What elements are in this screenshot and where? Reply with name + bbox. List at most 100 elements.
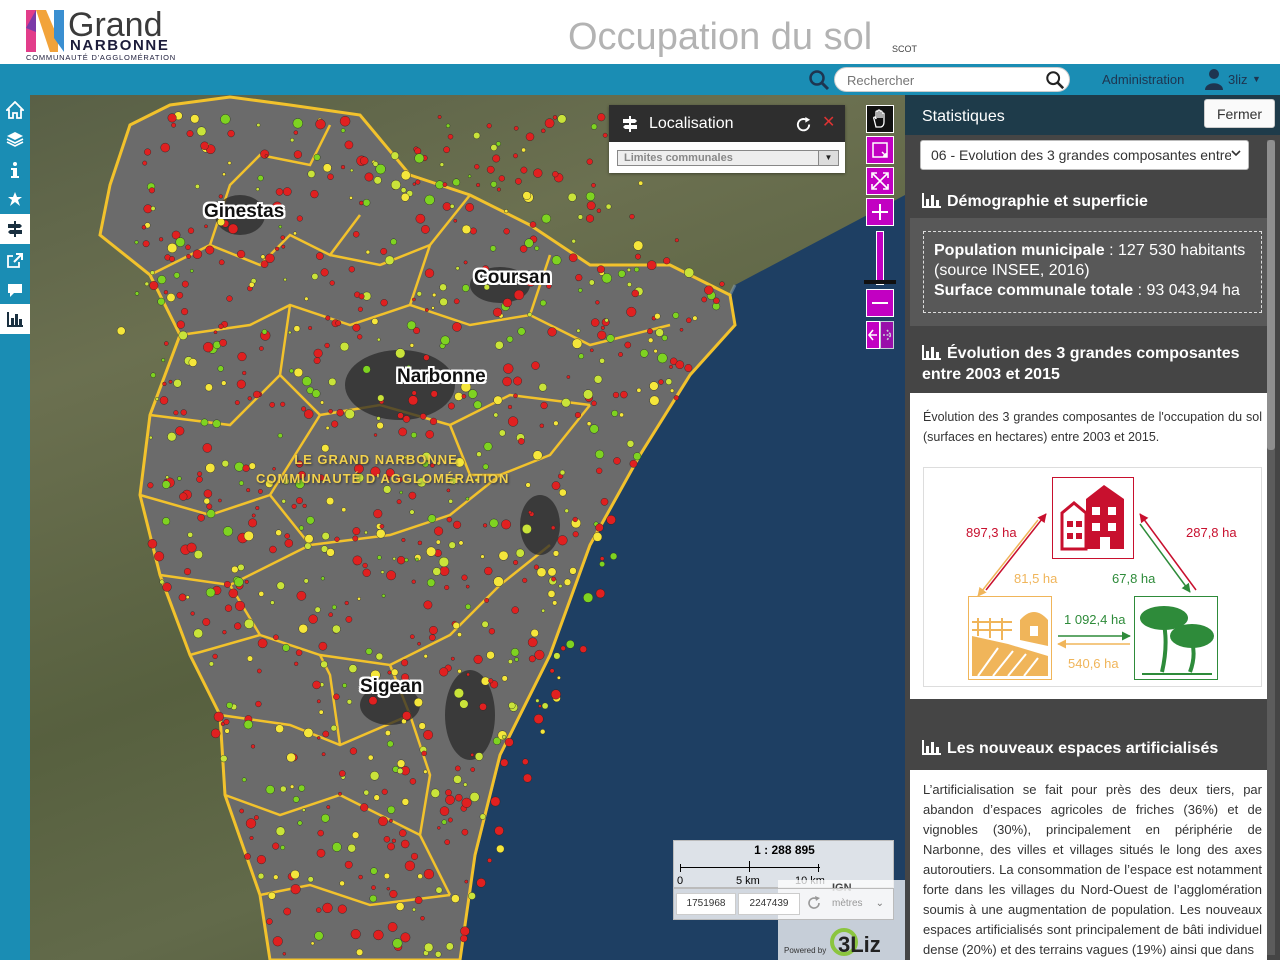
map-point [586, 421, 592, 427]
town-label-coursan: Coursan [474, 267, 552, 288]
map-point [212, 653, 218, 660]
map-point [293, 130, 298, 135]
map-point [399, 829, 407, 837]
map-point [613, 457, 621, 465]
map-point [574, 412, 581, 419]
map-point [376, 555, 382, 560]
map-point [373, 929, 384, 941]
panel-scrollbar-thumb[interactable] [1267, 140, 1275, 450]
map-point [428, 634, 436, 641]
pan-button[interactable] [866, 105, 894, 133]
coord-x-field[interactable]: 1751968 [676, 893, 736, 915]
map-point [253, 390, 261, 399]
map-point [397, 759, 406, 768]
map-point [312, 389, 321, 398]
map-point [213, 711, 224, 722]
localisation-select[interactable]: Limites communales ▼ [617, 150, 839, 166]
map-point [176, 320, 185, 329]
map-point [281, 244, 286, 249]
zoom-extent-button[interactable] [866, 167, 894, 195]
statistics-button[interactable] [0, 304, 30, 334]
map-point [423, 600, 433, 610]
zoom-slider-handle[interactable] [864, 280, 896, 284]
map-point [316, 907, 322, 913]
map-point [339, 342, 350, 352]
statistic-select-value: 06 - Evolution des 3 grandes composantes… [931, 147, 1231, 163]
map-point [280, 401, 286, 407]
map-point [547, 590, 556, 598]
map-point [255, 506, 260, 511]
map-point [296, 590, 307, 601]
map-point [507, 404, 513, 410]
map-point [362, 568, 371, 577]
zoom-in-button[interactable] [866, 198, 894, 226]
zoom-box-button[interactable] [866, 136, 894, 164]
map-point [647, 328, 653, 335]
map-point [412, 907, 416, 912]
refresh-icon[interactable] [795, 116, 812, 133]
close-icon[interactable]: ✕ [822, 112, 835, 132]
grand-narbonne-logo[interactable]: Grand NARBONNE COMMUNAUTÉ D'AGGLOMÉRATIO… [24, 6, 196, 62]
coord-y-field[interactable]: 2247439 [738, 893, 800, 915]
map-viewport[interactable]: Ginestas Coursan Narbonne Sigean LE GRAN… [30, 95, 905, 960]
map-point [490, 181, 497, 188]
map-point [411, 579, 416, 584]
map-point [234, 600, 245, 611]
map-point [178, 330, 188, 341]
map-point [498, 550, 509, 561]
permalink-button[interactable] [0, 245, 30, 275]
zoom-out-button[interactable] [866, 289, 894, 317]
close-button[interactable]: Fermer [1204, 99, 1275, 128]
map-point [404, 557, 409, 563]
map-point [522, 191, 532, 200]
comment-button[interactable] [0, 275, 30, 305]
home-button[interactable] [0, 95, 30, 125]
user-icon [1205, 69, 1223, 90]
layers-button[interactable] [0, 124, 30, 154]
map-point [414, 153, 425, 164]
administration-link[interactable]: Administration [1102, 72, 1184, 87]
search-toggle-icon[interactable] [808, 69, 830, 91]
coord-unit-select[interactable]: mètres ⌄ [826, 893, 890, 915]
logo-subtitle: COMMUNAUTÉ D'AGGLOMÉRATION [26, 53, 177, 62]
map-point [596, 467, 603, 474]
localisation-button[interactable] [0, 214, 30, 244]
map-point [684, 267, 695, 278]
map-point [349, 196, 353, 200]
map-point [147, 482, 154, 489]
map-point [486, 651, 495, 660]
map-point [448, 541, 456, 549]
zoom-slider[interactable] [876, 231, 884, 285]
map-point [248, 518, 258, 528]
map-point [586, 201, 596, 211]
map-point [439, 667, 449, 677]
map-point [397, 767, 404, 775]
localisation-header: Localisation ✕ [609, 105, 845, 142]
bookmarks-button[interactable] [0, 184, 30, 214]
next-view-button[interactable] [880, 321, 894, 349]
map-point [148, 187, 155, 194]
search-input[interactable] [847, 71, 1037, 89]
map-point [551, 525, 556, 530]
statistic-select[interactable]: 06 - Evolution des 3 grandes composantes… [920, 140, 1249, 170]
arrow-right-icon [883, 329, 893, 341]
map-point [400, 193, 410, 202]
map-point [290, 869, 300, 880]
chevron-down-icon: ⌄ [875, 898, 884, 909]
search-icon[interactable] [1045, 70, 1065, 90]
map-point [552, 550, 560, 557]
info-button[interactable] [0, 155, 30, 185]
refresh-icon[interactable] [806, 895, 822, 911]
population-box: Population municipale : 127 530 habitant… [923, 231, 1262, 313]
map-point [455, 266, 460, 271]
map-point [292, 796, 300, 803]
map-point [424, 942, 434, 953]
page-title: Occupation du sol [568, 16, 873, 58]
map-point [205, 463, 216, 473]
map-point [424, 308, 429, 312]
map-point [539, 423, 544, 428]
previous-view-button[interactable] [866, 321, 880, 349]
map-point [533, 714, 544, 724]
map-point [450, 656, 455, 661]
map-point [364, 172, 374, 182]
